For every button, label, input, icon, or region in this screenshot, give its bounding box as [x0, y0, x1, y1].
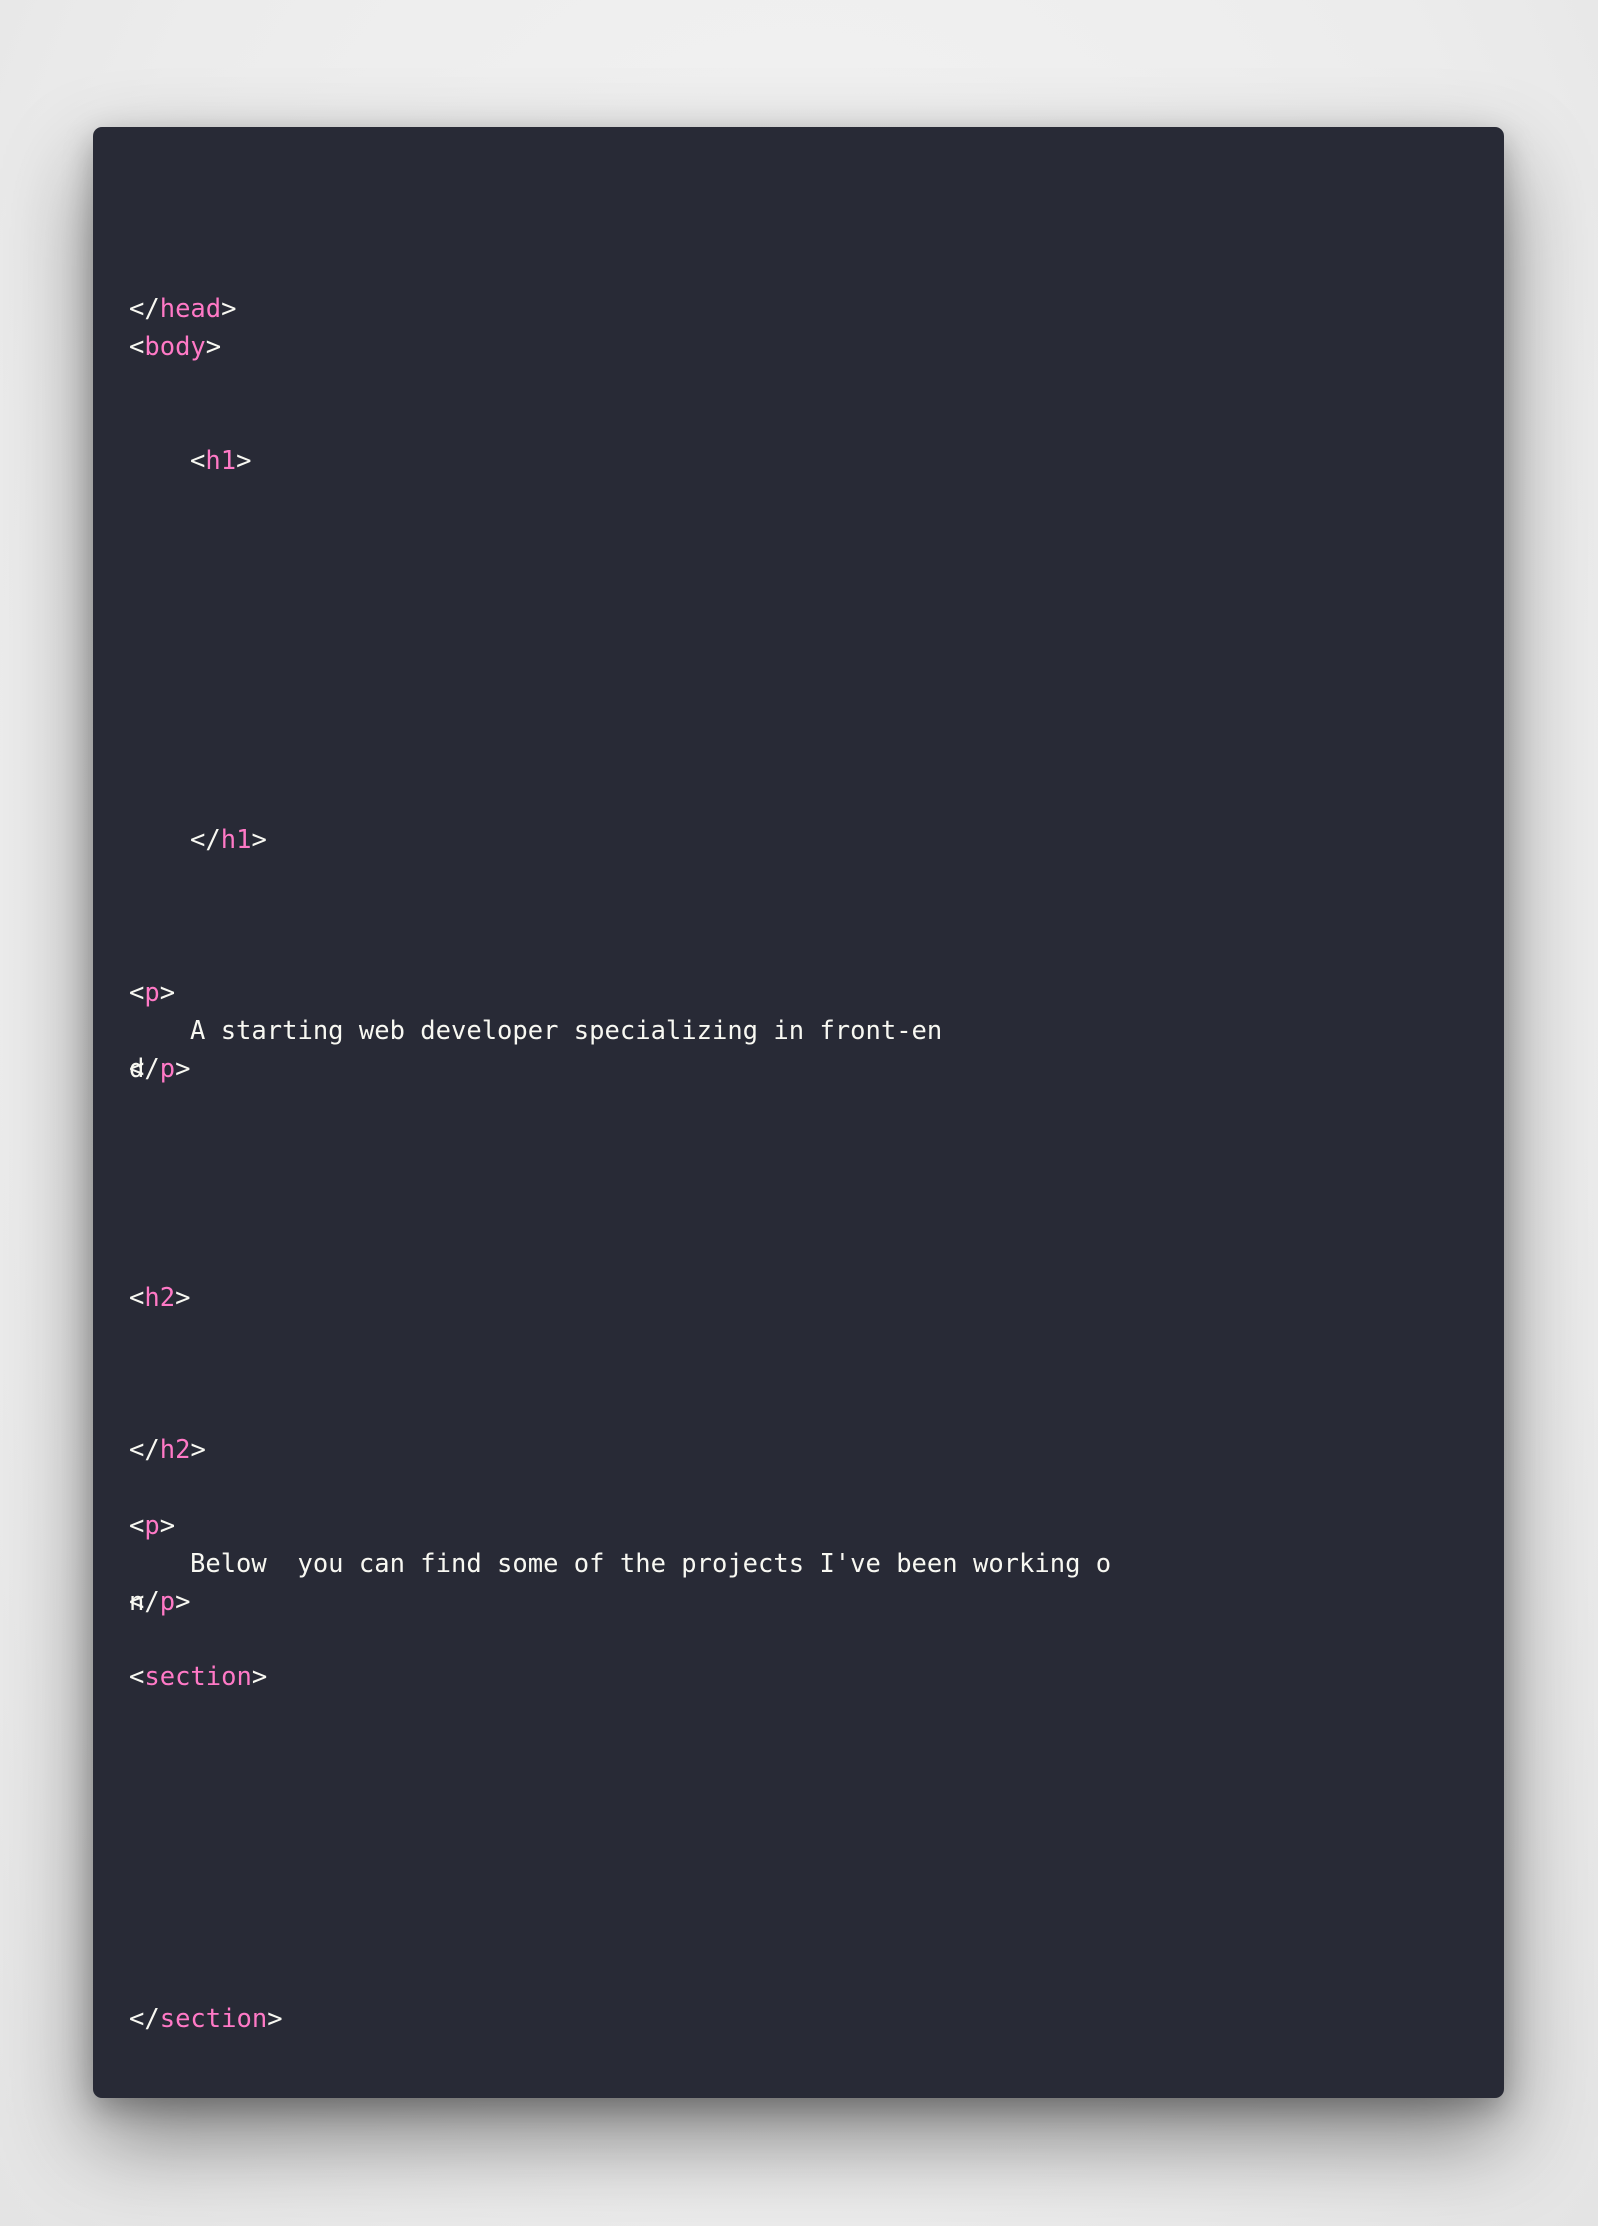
code-line-section-open: <section> [129, 1658, 267, 1696]
code-line-p-open: <p> [129, 1507, 175, 1545]
code-line-head-close: </head> [129, 290, 237, 328]
code-line-p-close: n </p> [129, 1583, 190, 1621]
tag-bracket: < [129, 1511, 145, 1541]
wrapped-char: d [129, 1054, 145, 1084]
tag-bracket: > [159, 1511, 176, 1541]
code-line-p-text: A starting web developer specializing in… [129, 1012, 942, 1050]
tag-bracket: > [205, 332, 222, 362]
tag-bracket: > [175, 1587, 191, 1617]
tag-name: head [159, 294, 222, 324]
code-line-p-text: Below you can find some of the projects … [129, 1545, 1111, 1583]
tag-bracket: </ [129, 2004, 160, 2034]
tag-bracket: < [129, 1662, 145, 1692]
paragraph-text: Below you can find some of the projects … [190, 1549, 1112, 1579]
tag-bracket: > [190, 1435, 206, 1465]
tag-bracket: > [267, 2004, 283, 2034]
tag-bracket: > [175, 1283, 191, 1313]
tag-name: h2 [159, 1435, 191, 1465]
tag-bracket: </ [190, 825, 221, 855]
tag-name: h1 [205, 446, 237, 476]
paragraph-text: A starting web developer specializing in… [190, 1016, 943, 1046]
tag-bracket: > [251, 825, 267, 855]
tag-bracket: > [251, 1662, 268, 1692]
tag-name: p [144, 1511, 160, 1541]
tag-bracket: </ [129, 1435, 160, 1465]
code-editor-window: </head> <body> <h1> </h1> <p> A starting… [93, 127, 1504, 2098]
tag-bracket: > [236, 446, 252, 476]
code-line-body-open: <body> [129, 328, 221, 366]
wrapped-char: n [129, 1587, 145, 1617]
code-line-h2-open: <h2> [129, 1279, 190, 1317]
tag-name: p [159, 1054, 176, 1084]
tag-name: p [159, 1587, 176, 1617]
code-line-h2-close: </h2> [129, 1431, 206, 1469]
tag-name: section [159, 2004, 268, 2034]
code-line-p-close: d </p> [129, 1050, 190, 1088]
tag-bracket: < [190, 446, 206, 476]
tag-bracket: > [159, 978, 176, 1008]
tag-bracket: < [129, 332, 145, 362]
tag-bracket: < [129, 978, 145, 1008]
code-content: </head> <body> <h1> </h1> <p> A starting… [129, 127, 1504, 2098]
tag-bracket: > [175, 1054, 191, 1084]
tag-name: h2 [144, 1283, 176, 1313]
tag-name: h1 [220, 825, 252, 855]
code-line-p-open: <p> [129, 974, 175, 1012]
tag-bracket: < [129, 1283, 145, 1313]
tag-bracket: </ [129, 294, 160, 324]
tag-name: body [144, 332, 206, 362]
tag-bracket: > [221, 294, 237, 324]
code-line-section-close: </section> [129, 2000, 283, 2038]
tag-name: section [144, 1662, 252, 1692]
code-line-h1-open: <h1> [129, 442, 251, 480]
code-line-h1-close: </h1> [129, 821, 267, 859]
tag-name: p [144, 978, 160, 1008]
